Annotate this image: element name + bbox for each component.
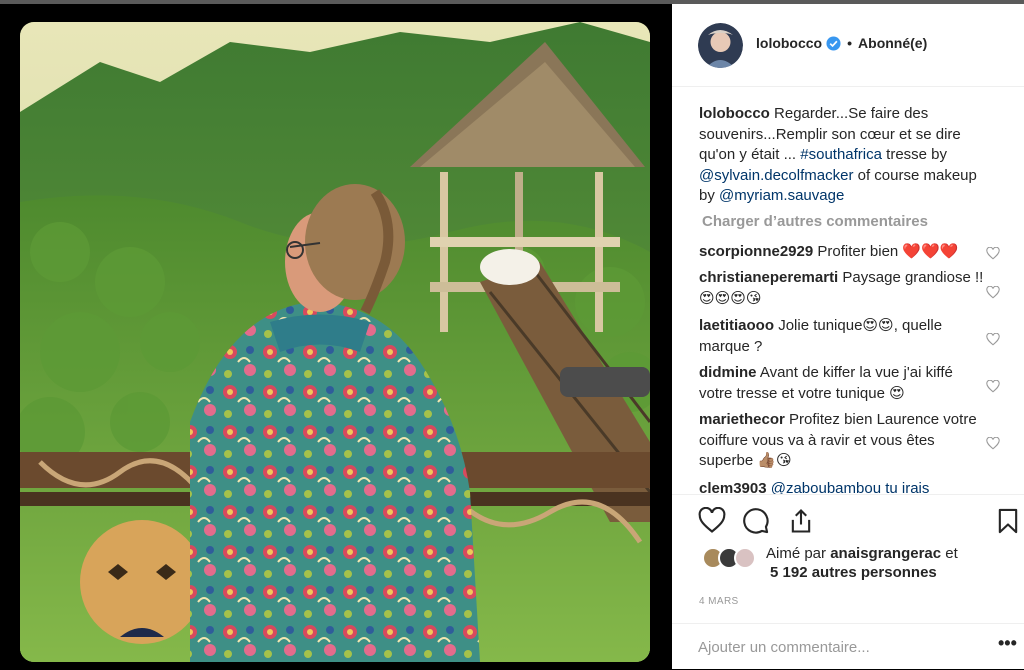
comment-item: laetitiaooo Jolie tunique😍😍, quelle marq… <box>699 316 984 357</box>
header-separator: • <box>847 35 853 51</box>
caption-hashtag[interactable]: #southafrica <box>800 146 882 163</box>
comment-text: @zaboubambou tu irais <box>770 480 930 494</box>
comment-item: scorpionne2929 Profiter bien ❤️❤️❤️ <box>699 242 984 263</box>
small-heart-icon[interactable] <box>986 437 1000 450</box>
liker-avatars <box>702 547 762 571</box>
comment-icon[interactable] <box>742 507 770 535</box>
load-more-comments-button[interactable]: Charger d’autres commentaires <box>702 213 928 230</box>
post-side-panel: lolobocco • Abonné(e) lolobocco Regarder… <box>672 4 1024 669</box>
comments-list[interactable]: lolobocco Regarder...Se faire des souven… <box>672 88 1024 494</box>
post-media-area <box>0 4 672 669</box>
comment-text: Profiter bien ❤️❤️❤️ <box>817 243 959 260</box>
verified-badge-icon <box>826 35 841 51</box>
likes-prefix: Aimé par <box>766 545 831 562</box>
post-actions-area: Aimé par anaisgrangerac et 5 192 autres … <box>672 494 1024 669</box>
small-heart-icon[interactable] <box>986 286 1000 299</box>
header-line: lolobocco • Abonné(e) <box>756 35 927 51</box>
author-avatar[interactable] <box>698 23 743 68</box>
likes-text: Aimé par anaisgrangerac et <box>766 543 1006 564</box>
caption-mention-1[interactable]: @sylvain.decolfmacker <box>699 167 853 184</box>
more-options-icon[interactable]: ••• <box>998 633 1017 654</box>
comment-username[interactable]: mariethecor <box>699 411 785 428</box>
comment-username[interactable]: laetitiaooo <box>699 317 774 334</box>
comment-item: mariethecor Profitez bien Laurence votre… <box>699 410 984 472</box>
follow-status-button[interactable]: Abonné(e) <box>858 35 927 51</box>
photo-illustration <box>20 22 650 662</box>
comment-username[interactable]: scorpionne2929 <box>699 243 813 260</box>
caption-mention-2[interactable]: @myriam.sauvage <box>719 187 844 204</box>
caption-username[interactable]: lolobocco <box>699 105 770 122</box>
add-comment-bar: ••• <box>672 623 1024 670</box>
post-caption: lolobocco Regarder...Se faire des souven… <box>699 104 989 207</box>
post-photo[interactable] <box>20 22 650 662</box>
comment-username[interactable]: clem3903 <box>699 480 767 494</box>
add-comment-input[interactable] <box>698 639 958 656</box>
likes-suffix: et <box>941 545 958 562</box>
likes-summary: Aimé par anaisgrangerac et 5 192 autres … <box>700 543 1000 587</box>
comment-item: clem3903 @zaboubambou tu irais <box>699 479 984 494</box>
post-header: lolobocco • Abonné(e) <box>672 4 1024 87</box>
author-username[interactable]: lolobocco <box>756 35 822 51</box>
likes-others-link[interactable]: 5 192 autres personnes <box>770 564 937 581</box>
share-icon[interactable] <box>787 507 815 535</box>
post-date[interactable]: 4 MARS <box>699 596 739 607</box>
liker-avatar[interactable] <box>734 547 756 569</box>
likes-user-link[interactable]: anaisgrangerac <box>830 545 941 562</box>
comment-username[interactable]: didmine <box>699 364 757 381</box>
comment-item: christianeperemarti Paysage grandiose !!… <box>699 268 984 309</box>
bookmark-icon[interactable] <box>994 507 1022 535</box>
small-heart-icon[interactable] <box>986 333 1000 346</box>
comment-username[interactable]: christianeperemarti <box>699 269 838 286</box>
caption-text-2: tresse by <box>881 146 948 163</box>
heart-icon[interactable] <box>698 507 726 535</box>
small-heart-icon[interactable] <box>986 247 1000 260</box>
comment-item: didmine Avant de kiffer la vue j'ai kiff… <box>699 363 984 404</box>
small-heart-icon[interactable] <box>986 380 1000 393</box>
